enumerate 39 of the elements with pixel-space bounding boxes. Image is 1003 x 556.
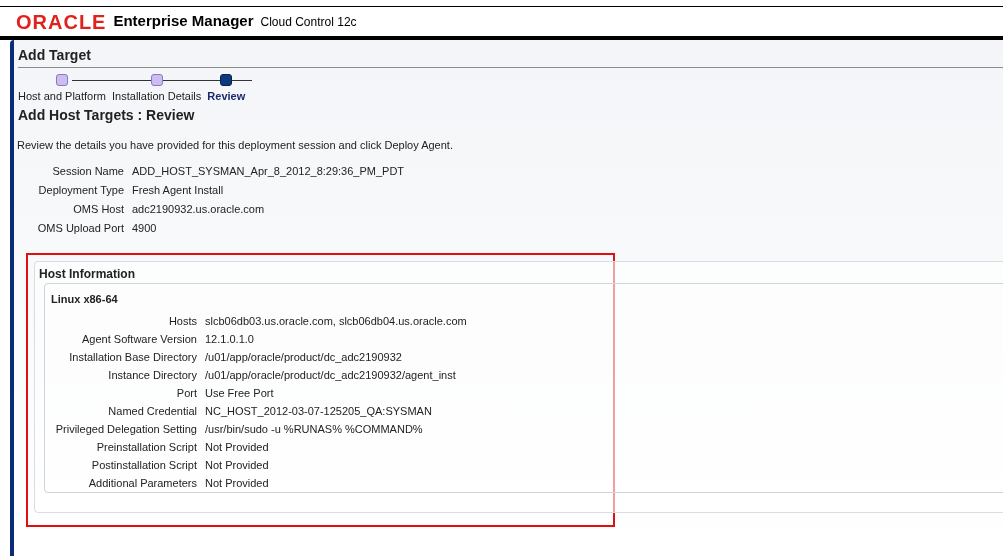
- field-label: Named Credential: [107, 404, 197, 418]
- train-step[interactable]: Review: [207, 88, 246, 105]
- field-label: Port: [175, 386, 197, 400]
- instruction-text: Review the details you have provided for this deployment session and click Deploy Agent.: [17, 138, 454, 153]
- field-label: Additional Parameters: [87, 476, 197, 490]
- oracle-logo: ORACLE: [16, 11, 107, 32]
- field-label: OMS Upload Port: [36, 220, 124, 235]
- panel-title: Host Information: [38, 265, 136, 283]
- product-edition: Cloud Control 12c: [260, 13, 357, 31]
- product-name: Enterprise Manager: [113, 11, 254, 32]
- field-value: /u01/app/oracle/product/dc_adc2190932/agent_inst: [205, 368, 456, 382]
- page-title: Add Target: [18, 46, 1003, 68]
- field-label: OMS Host: [72, 201, 124, 216]
- field-value: adc2190932.us.oracle.com: [132, 201, 265, 216]
- field-value: Fresh Agent Install: [132, 182, 224, 197]
- field-label: Agent Software Version: [81, 332, 197, 346]
- field-label: Session Name: [51, 163, 124, 178]
- field-label: Preinstallation Script: [95, 440, 197, 454]
- field-value: Not Provided: [205, 440, 269, 454]
- field-label: Privileged Delegation Setting: [54, 422, 197, 436]
- field-value: /u01/app/oracle/product/dc_adc2190932: [205, 350, 402, 364]
- field-label: Instance Directory: [107, 368, 197, 382]
- section-heading: Add Host Targets : Review: [18, 106, 196, 124]
- field-value: ADD_HOST_SYSMAN_Apr_8_2012_8:29:36_PM_PDT: [132, 163, 405, 178]
- field-value: 4900: [132, 220, 157, 235]
- field-value: NC_HOST_2012-03-07-125205_QA:SYSMAN: [205, 404, 432, 418]
- train-step[interactable]: Host and Platform: [18, 88, 107, 105]
- platform-title: Linux x86-64: [50, 291, 119, 307]
- field-value: Not Provided: [205, 458, 269, 472]
- field-label: Installation Base Directory: [68, 350, 197, 364]
- field-label: Hosts: [167, 314, 197, 328]
- field-label: Postinstallation Script: [90, 458, 197, 472]
- field-value: /usr/bin/sudo -u %RUNAS% %COMMAND%: [205, 422, 423, 436]
- field-value: Use Free Port: [205, 386, 274, 400]
- field-value: 12.1.0.1.0: [205, 332, 254, 346]
- field-value: Not Provided: [205, 476, 269, 490]
- field-value: slcb06db03.us.oracle.com, slcb06db04.us.oracle.com: [205, 314, 467, 328]
- field-label: Deployment Type: [37, 182, 124, 197]
- train-step[interactable]: Installation Details: [112, 88, 202, 105]
